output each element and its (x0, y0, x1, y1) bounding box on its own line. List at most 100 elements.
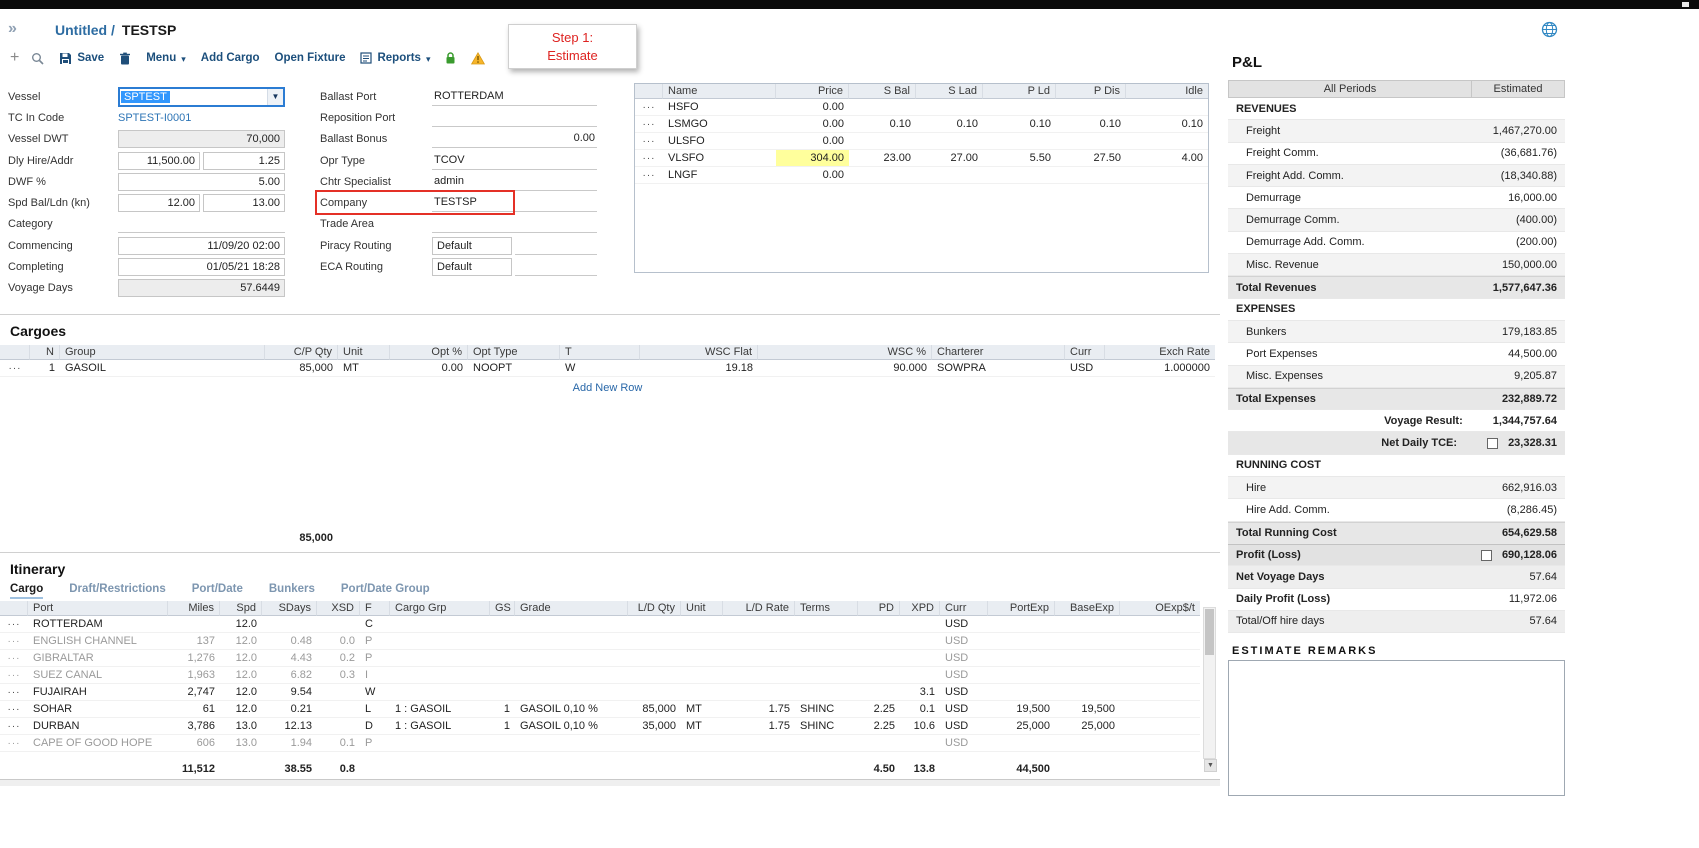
oexp-cell[interactable] (1120, 633, 1200, 650)
grade-cell[interactable]: GASOIL 0,10 % (515, 701, 628, 718)
miles-cell[interactable]: 137 (168, 633, 220, 650)
row-menu-icon[interactable] (635, 150, 663, 167)
p-ld-cell[interactable]: 0.10 (983, 116, 1056, 133)
unit-cell[interactable] (681, 633, 723, 650)
p-ld-cell[interactable] (983, 133, 1056, 150)
xsd-cell[interactable]: 0.3 (317, 667, 360, 684)
row-menu-icon[interactable] (0, 360, 30, 377)
tab-bunkers[interactable]: Bunkers (269, 583, 315, 599)
port-cell[interactable]: SOHAR (28, 701, 168, 718)
collapse-panel-icon[interactable]: » (8, 20, 17, 38)
save-button[interactable]: Save (59, 52, 104, 65)
xsd-cell[interactable] (317, 718, 360, 735)
baseexp-cell[interactable]: 19,500 (1055, 701, 1120, 718)
tc-in-code-link[interactable]: SPTEST-I0001 (118, 112, 191, 124)
terms-cell[interactable] (795, 616, 858, 633)
s-lad-cell[interactable] (916, 167, 983, 184)
unit-cell[interactable] (681, 667, 723, 684)
t-cell[interactable]: W (560, 360, 640, 377)
grade-cell[interactable] (515, 616, 628, 633)
gs-cell[interactable] (490, 650, 515, 667)
ld-qty-cell[interactable] (628, 667, 681, 684)
exch-rate-cell[interactable]: 1.000000 (1105, 360, 1215, 377)
eca-routing-field[interactable]: Default (432, 258, 512, 276)
search-icon[interactable] (31, 52, 44, 65)
p-ld-cell[interactable] (983, 167, 1056, 184)
baseexp-cell[interactable] (1055, 684, 1120, 701)
p-ld-cell[interactable] (983, 99, 1056, 116)
portexp-cell[interactable] (988, 735, 1055, 752)
port-cell[interactable]: FUJAIRAH (28, 684, 168, 701)
curr-cell[interactable]: USD (940, 684, 988, 701)
speed-laden-field[interactable]: 13.00 (203, 194, 285, 212)
f-cell[interactable]: P (360, 735, 390, 752)
price-cell[interactable]: 0.00 (776, 167, 849, 184)
miles-cell[interactable]: 1,963 (168, 667, 220, 684)
oexp-cell[interactable] (1120, 667, 1200, 684)
gs-cell[interactable] (490, 735, 515, 752)
curr-cell[interactable]: USD (940, 633, 988, 650)
open-fixture-button[interactable]: Open Fixture (275, 52, 346, 64)
ld-rate-cell[interactable]: 1.75 (723, 718, 795, 735)
opr-type-field[interactable]: TCOV (432, 152, 597, 170)
spd-cell[interactable]: 13.0 (220, 718, 262, 735)
sdays-cell[interactable]: 0.48 (262, 633, 317, 650)
pd-cell[interactable]: 2.25 (858, 718, 900, 735)
scrollbar-thumb[interactable] (1205, 609, 1214, 655)
f-cell[interactable]: L (360, 701, 390, 718)
wsc-pct-cell[interactable]: 90.000 (758, 360, 932, 377)
sdays-cell[interactable]: 0.21 (262, 701, 317, 718)
portexp-cell[interactable] (988, 684, 1055, 701)
curr-cell[interactable]: USD (940, 701, 988, 718)
row-menu-icon[interactable] (635, 133, 663, 150)
terms-cell[interactable] (795, 667, 858, 684)
profit-loss-checkbox[interactable] (1481, 550, 1492, 561)
row-menu-icon[interactable] (0, 718, 28, 735)
tab-draft-restrictions[interactable]: Draft/Restrictions (69, 583, 166, 599)
s-lad-cell[interactable]: 0.10 (916, 116, 983, 133)
fuel-name-cell[interactable]: VLSFO (663, 150, 776, 167)
spd-cell[interactable]: 12.0 (220, 650, 262, 667)
cargo-grp-cell[interactable] (390, 633, 490, 650)
row-menu-icon[interactable] (635, 116, 663, 133)
port-cell[interactable]: GIBRALTAR (28, 650, 168, 667)
s-bal-cell[interactable]: 0.10 (849, 116, 916, 133)
pd-cell[interactable] (858, 667, 900, 684)
tab-port-date[interactable]: Port/Date (192, 583, 243, 599)
curr-cell[interactable]: USD (940, 718, 988, 735)
oexp-cell[interactable] (1120, 735, 1200, 752)
addr-comm-field[interactable]: 1.25 (203, 152, 285, 170)
speed-ballast-field[interactable]: 12.00 (118, 194, 200, 212)
horizontal-scrollbar[interactable] (0, 779, 1220, 786)
cargo-grp-cell[interactable] (390, 684, 490, 701)
portexp-cell[interactable]: 25,000 (988, 718, 1055, 735)
ld-qty-cell[interactable] (628, 616, 681, 633)
s-bal-cell[interactable] (849, 99, 916, 116)
port-cell[interactable]: ROTTERDAM (28, 616, 168, 633)
spd-cell[interactable]: 12.0 (220, 701, 262, 718)
company-field[interactable]: TESTSP (432, 194, 597, 212)
unit-cell[interactable]: MT (338, 360, 390, 377)
pd-cell[interactable] (858, 735, 900, 752)
chtr-specialist-field[interactable]: admin (432, 173, 597, 191)
miles-cell[interactable]: 606 (168, 735, 220, 752)
baseexp-cell[interactable] (1055, 667, 1120, 684)
completing-field[interactable]: 01/05/21 18:28 (118, 258, 285, 276)
unit-cell[interactable]: MT (681, 718, 723, 735)
pd-cell[interactable]: 2.25 (858, 701, 900, 718)
port-cell[interactable]: DURBAN (28, 718, 168, 735)
oexp-cell[interactable] (1120, 616, 1200, 633)
f-cell[interactable]: I (360, 667, 390, 684)
ballast-port-field[interactable]: ROTTERDAM (432, 88, 597, 106)
commencing-field[interactable]: 11/09/20 02:00 (118, 237, 285, 255)
port-cell[interactable]: SUEZ CANAL (28, 667, 168, 684)
baseexp-cell[interactable] (1055, 633, 1120, 650)
spd-cell[interactable]: 13.0 (220, 735, 262, 752)
portexp-cell[interactable] (988, 650, 1055, 667)
wsc-flat-cell[interactable]: 19.18 (640, 360, 758, 377)
add-button[interactable]: + (10, 49, 19, 67)
unit-cell[interactable]: MT (681, 701, 723, 718)
group-cell[interactable]: GASOIL (60, 360, 265, 377)
portexp-cell[interactable]: 19,500 (988, 701, 1055, 718)
gs-cell[interactable] (490, 633, 515, 650)
